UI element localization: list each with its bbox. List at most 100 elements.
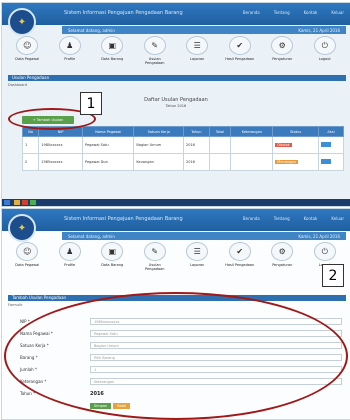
menu-item-label: Pengaturan [272,263,293,267]
start-icon[interactable] [4,200,10,205]
menu-item-label: Data Pegawai [15,263,40,267]
menu-item[interactable]: ✔ Hasil Pengadaan [225,36,255,61]
column-header[interactable]: Satuan Kerja [133,126,184,137]
table-cell [208,153,232,171]
main-menu: ☺ Data Pegawai ♟ Profile ▣ Data Barang ✎ Usulan… [6,242,346,276]
status-badge: Ditolak [275,143,292,147]
table-cell: 1985xxxxxx [38,153,84,171]
menu-item-label: Data Barang [101,57,124,61]
action-cell [318,136,344,154]
menu-item[interactable]: ♟ Profile [55,36,85,61]
logout-icon: ⏻ [313,36,336,55]
top-links: Beranda Tentang Kontak Keluar [243,216,344,221]
table-cell: 1 [21,136,40,154]
column-header[interactable]: Total [208,126,232,137]
highlight-oval-form [4,292,348,420]
gear-icon: ⚙ [271,242,294,261]
top-link[interactable]: Kontak [304,216,318,221]
browser-icon[interactable] [22,200,28,205]
action-cell [318,153,344,171]
profile-icon: ♟ [58,242,81,261]
menu-item-label: Laporan [190,263,205,267]
menu-item[interactable]: ⏻ Logout [310,36,340,61]
document-icon: ✎ [143,242,166,261]
top-link[interactable]: Kontak [304,10,318,15]
callout-2: 2 [322,264,344,287]
menu-item-label: Pengaturan [272,57,293,61]
status-cell: Ditolak [272,136,319,154]
main-menu: ☺ Data Pegawai ♟ Profile ▣ Data Barang ✎ Usulan… [6,36,346,70]
table-row[interactable]: 1 1980xxxxxx Pegawai Satu Bagian Umum 2016 Di… [21,136,344,154]
institution-logo: ✦ [8,8,36,36]
institution-logo: ✦ [8,214,36,242]
top-link[interactable]: Beranda [243,10,260,15]
column-header[interactable]: Tahun [182,126,210,137]
callout-1: 1 [80,92,102,115]
breadcrumb: Dashboard [8,83,27,87]
system-name: Sistem Informasi Pengajuan Pengadaan Bar… [64,10,183,16]
menu-item-label: Logout [318,57,331,61]
table-title: Daftar Usulan Pengadaan [144,97,208,103]
menu-item-label: Hasil Pengadaan [225,263,255,267]
table-cell [230,153,274,171]
table-row[interactable]: 2 1985xxxxxx Pegawai Dua Keuangan 2016 Menung… [21,153,344,171]
menu-item-label: Profile [64,263,76,267]
report-icon: ☰ [186,242,209,261]
menu-item[interactable]: ✔ Hasil Pengadaan [225,242,255,267]
users-icon: ☺ [16,36,39,55]
menu-item-label: Laporan [190,57,205,61]
top-link[interactable]: Tentang [274,10,290,15]
menu-item[interactable]: ☰ Laporan [182,242,212,267]
column-header[interactable]: Aksi [318,126,344,137]
edit-button[interactable] [321,159,331,164]
menu-item[interactable]: ✎ Usulan Pengadaan [140,242,170,271]
table-cell [208,136,232,154]
edit-button[interactable] [321,142,331,147]
menu-item-label: Profile [64,57,76,61]
taskbar [2,199,350,206]
top-link[interactable]: Tentang [274,216,290,221]
table-cell: 2016 [182,136,210,154]
table-cell [230,136,274,154]
box-icon: ▣ [101,242,124,261]
status-badge: Menunggu [275,160,298,164]
section-header: Usulan Pengadaan [8,75,346,81]
menu-item[interactable]: ☰ Laporan [182,36,212,61]
menu-item[interactable]: ☺ Data Pegawai [12,36,42,61]
menu-item[interactable]: ⚙ Pengaturan [267,36,297,61]
user-bar: Selamat datang, admin Kamis, 21 April 20… [62,26,346,34]
box-icon: ▣ [101,36,124,55]
app-icon[interactable] [30,200,36,205]
top-bar: Sistem Informasi Pengajuan Pengadaan Bar… [2,209,350,231]
table-cell: Keuangan [133,153,184,171]
welcome-text: Selamat datang, admin [68,27,115,33]
logout-icon: ⏻ [313,242,336,261]
top-link[interactable]: Keluar [331,10,344,15]
menu-item-label: Hasil Pengadaan [225,57,255,61]
check-icon: ✔ [228,242,251,261]
column-header[interactable]: Keterangan [230,126,274,137]
document-icon: ✎ [143,36,166,55]
date-text: Kamis, 21 April 2016 [298,27,340,33]
menu-item[interactable]: ♟ Profile [55,242,85,267]
top-link[interactable]: Keluar [331,216,344,221]
table-cell: Pegawai Satu [82,136,135,154]
column-header[interactable]: Status [272,126,319,137]
menu-item[interactable]: ⚙ Pengaturan [267,242,297,267]
usulan-table: No NIP Nama Pegawai Satuan Kerja Tahun Total K… [21,126,344,171]
top-links: Beranda Tentang Kontak Keluar [243,10,344,15]
menu-item[interactable]: ▣ Data Barang [97,36,127,61]
top-link[interactable]: Beranda [243,216,260,221]
screenshot-list-view: Sistem Informasi Pengajuan Pengadaan Bar… [1,2,350,207]
gear-icon: ⚙ [271,36,294,55]
menu-item[interactable]: ▣ Data Barang [97,242,127,267]
table-cell: 1980xxxxxx [38,136,84,154]
date-text: Kamis, 21 April 2016 [298,233,340,239]
folder-icon[interactable] [14,200,20,205]
menu-item-label: Data Barang [101,263,124,267]
column-header[interactable]: Nama Pegawai [82,126,135,137]
menu-item[interactable]: ☺ Data Pegawai [12,242,42,267]
menu-item-label: Data Pegawai [15,57,40,61]
menu-item[interactable]: ✎ Usulan Pengadaan [140,36,170,65]
table-cell: 2 [21,153,40,171]
